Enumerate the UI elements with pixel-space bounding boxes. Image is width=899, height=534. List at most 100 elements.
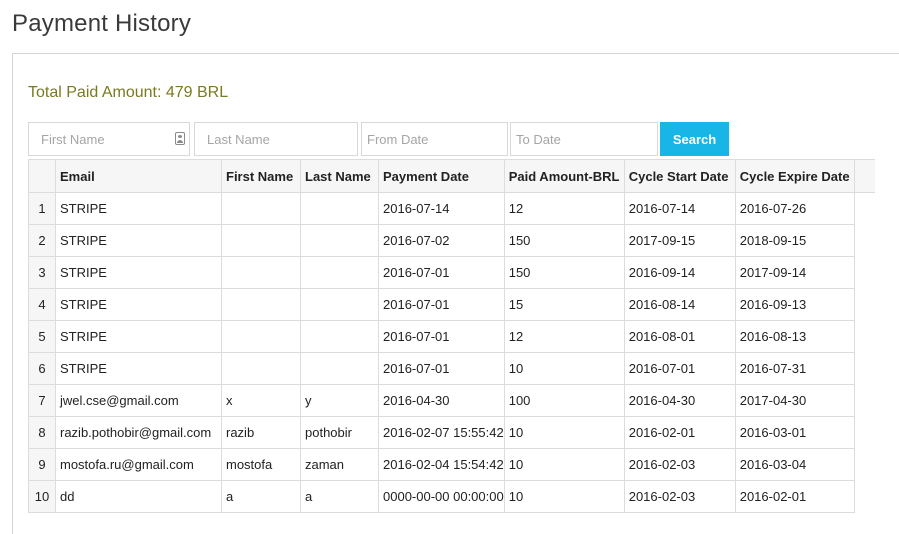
from-date-input[interactable] bbox=[361, 122, 508, 156]
last-name-input[interactable] bbox=[194, 122, 358, 156]
cycle-start-cell: 2016-08-14 bbox=[623, 288, 736, 321]
last-name-cell: pothobir bbox=[300, 416, 379, 449]
row-number: 7 bbox=[28, 384, 56, 417]
email-cell: STRIPE bbox=[55, 288, 222, 321]
last-name-cell: y bbox=[300, 384, 379, 417]
cycle-start-cell: 2016-08-01 bbox=[623, 320, 736, 353]
email-cell: STRIPE bbox=[55, 352, 222, 385]
paid-amount-cell: 10 bbox=[503, 480, 625, 513]
payment-date-cell: 2016-02-04 15:54:42 bbox=[378, 448, 505, 481]
row-number: 10 bbox=[28, 480, 56, 513]
row-number-header bbox=[28, 159, 56, 193]
cycle-expire-cell: 2017-09-14 bbox=[734, 256, 855, 289]
page-title: Payment History bbox=[12, 10, 192, 37]
first-name-cell: mostofa bbox=[221, 448, 301, 481]
paid-amount-cell: 10 bbox=[503, 416, 625, 449]
email-cell: STRIPE bbox=[55, 320, 222, 353]
first-name-cell: x bbox=[221, 384, 301, 417]
paid-amount-cell: 150 bbox=[503, 224, 625, 257]
payment-history-table: Email First Name Last Name Payment Date … bbox=[28, 159, 876, 513]
column-header-first-name[interactable]: First Name bbox=[221, 159, 301, 193]
cycle-start-cell: 2016-02-03 bbox=[623, 448, 736, 481]
paid-amount-cell: 10 bbox=[503, 352, 625, 385]
cycle-expire-cell: 2016-03-04 bbox=[734, 448, 855, 481]
payment-date-cell: 2016-07-02 bbox=[378, 224, 505, 257]
column-header-cycle-expire-date[interactable]: Cycle Expire Date bbox=[734, 159, 855, 193]
row-number: 3 bbox=[28, 256, 56, 289]
email-cell: STRIPE bbox=[55, 192, 222, 225]
table-row[interactable]: 9 mostofa.ru@gmail.com mostofa zaman 201… bbox=[28, 448, 876, 481]
last-name-cell bbox=[300, 352, 379, 385]
total-paid-amount: Total Paid Amount: 479 BRL bbox=[28, 84, 229, 101]
cycle-start-cell: 2016-07-01 bbox=[623, 352, 736, 385]
first-name-cell: a bbox=[221, 480, 301, 513]
email-cell: dd bbox=[55, 480, 222, 513]
cycle-expire-cell: 2016-07-26 bbox=[734, 192, 855, 225]
paid-amount-cell: 100 bbox=[503, 384, 625, 417]
table-header-row: Email First Name Last Name Payment Date … bbox=[28, 159, 876, 193]
to-date-input[interactable] bbox=[510, 122, 658, 156]
payment-date-cell: 2016-04-30 bbox=[378, 384, 505, 417]
last-name-cell bbox=[300, 320, 379, 353]
last-name-cell bbox=[300, 256, 379, 289]
payment-date-cell: 2016-07-01 bbox=[378, 256, 505, 289]
cycle-expire-cell: 2016-03-01 bbox=[734, 416, 855, 449]
contact-card-icon bbox=[175, 132, 185, 145]
last-name-cell: a bbox=[300, 480, 379, 513]
last-name-cell: zaman bbox=[300, 448, 379, 481]
cycle-start-cell: 2016-02-03 bbox=[623, 480, 736, 513]
cycle-start-cell: 2016-09-14 bbox=[623, 256, 736, 289]
column-header-email[interactable]: Email bbox=[55, 159, 222, 193]
table-row[interactable]: 2 STRIPE 2016-07-02 150 2017-09-15 2018-… bbox=[28, 224, 876, 257]
first-name-cell bbox=[221, 224, 301, 257]
email-cell: STRIPE bbox=[55, 224, 222, 257]
payment-date-cell: 0000-00-00 00:00:00 bbox=[378, 480, 505, 513]
column-header-paid-amount[interactable]: Paid Amount-BRL bbox=[503, 159, 625, 193]
row-number: 8 bbox=[28, 416, 56, 449]
table-row[interactable]: 1 STRIPE 2016-07-14 12 2016-07-14 2016-0… bbox=[28, 192, 876, 225]
payment-date-cell: 2016-07-01 bbox=[378, 352, 505, 385]
column-header-cycle-start-date[interactable]: Cycle Start Date bbox=[623, 159, 736, 193]
last-name-cell bbox=[300, 288, 379, 321]
paid-amount-cell: 12 bbox=[503, 192, 625, 225]
last-name-cell bbox=[300, 224, 379, 257]
email-cell: razib.pothobir@gmail.com bbox=[55, 416, 222, 449]
payment-date-cell: 2016-07-01 bbox=[378, 288, 505, 321]
row-number: 9 bbox=[28, 448, 56, 481]
last-name-cell bbox=[300, 192, 379, 225]
email-cell: jwel.cse@gmail.com bbox=[55, 384, 222, 417]
cycle-start-cell: 2016-02-01 bbox=[623, 416, 736, 449]
payment-date-cell: 2016-02-07 15:55:42 bbox=[378, 416, 505, 449]
table-row[interactable]: 10 dd a a 0000-00-00 00:00:00 10 2016-02… bbox=[28, 480, 876, 513]
paid-amount-cell: 150 bbox=[503, 256, 625, 289]
first-name-cell bbox=[221, 192, 301, 225]
cycle-expire-cell: 2016-08-13 bbox=[734, 320, 855, 353]
cycle-expire-cell: 2018-09-15 bbox=[734, 224, 855, 257]
row-number: 1 bbox=[28, 192, 56, 225]
paid-amount-cell: 15 bbox=[503, 288, 625, 321]
first-name-cell bbox=[221, 352, 301, 385]
table-row[interactable]: 7 jwel.cse@gmail.com x y 2016-04-30 100 … bbox=[28, 384, 876, 417]
cycle-expire-cell: 2017-04-30 bbox=[734, 384, 855, 417]
cycle-start-cell: 2017-09-15 bbox=[623, 224, 736, 257]
first-name-cell: razib bbox=[221, 416, 301, 449]
table-row[interactable]: 6 STRIPE 2016-07-01 10 2016-07-01 2016-0… bbox=[28, 352, 876, 385]
search-button[interactable]: Search bbox=[660, 122, 729, 156]
cycle-start-cell: 2016-04-30 bbox=[623, 384, 736, 417]
email-cell: STRIPE bbox=[55, 256, 222, 289]
table-row[interactable]: 4 STRIPE 2016-07-01 15 2016-08-14 2016-0… bbox=[28, 288, 876, 321]
column-header-payment-date[interactable]: Payment Date bbox=[378, 159, 505, 193]
first-name-input[interactable] bbox=[28, 122, 190, 156]
table-row[interactable]: 3 STRIPE 2016-07-01 150 2016-09-14 2017-… bbox=[28, 256, 876, 289]
column-header-last-name[interactable]: Last Name bbox=[300, 159, 379, 193]
row-number: 5 bbox=[28, 320, 56, 353]
table-row[interactable]: 8 razib.pothobir@gmail.com razib pothobi… bbox=[28, 416, 876, 449]
payment-date-cell: 2016-07-14 bbox=[378, 192, 505, 225]
cycle-start-cell: 2016-07-14 bbox=[623, 192, 736, 225]
header-filler bbox=[853, 159, 876, 193]
table-row[interactable]: 5 STRIPE 2016-07-01 12 2016-08-01 2016-0… bbox=[28, 320, 876, 353]
cycle-expire-cell: 2016-09-13 bbox=[734, 288, 855, 321]
first-name-cell bbox=[221, 320, 301, 353]
paid-amount-cell: 10 bbox=[503, 448, 625, 481]
cycle-expire-cell: 2016-07-31 bbox=[734, 352, 855, 385]
